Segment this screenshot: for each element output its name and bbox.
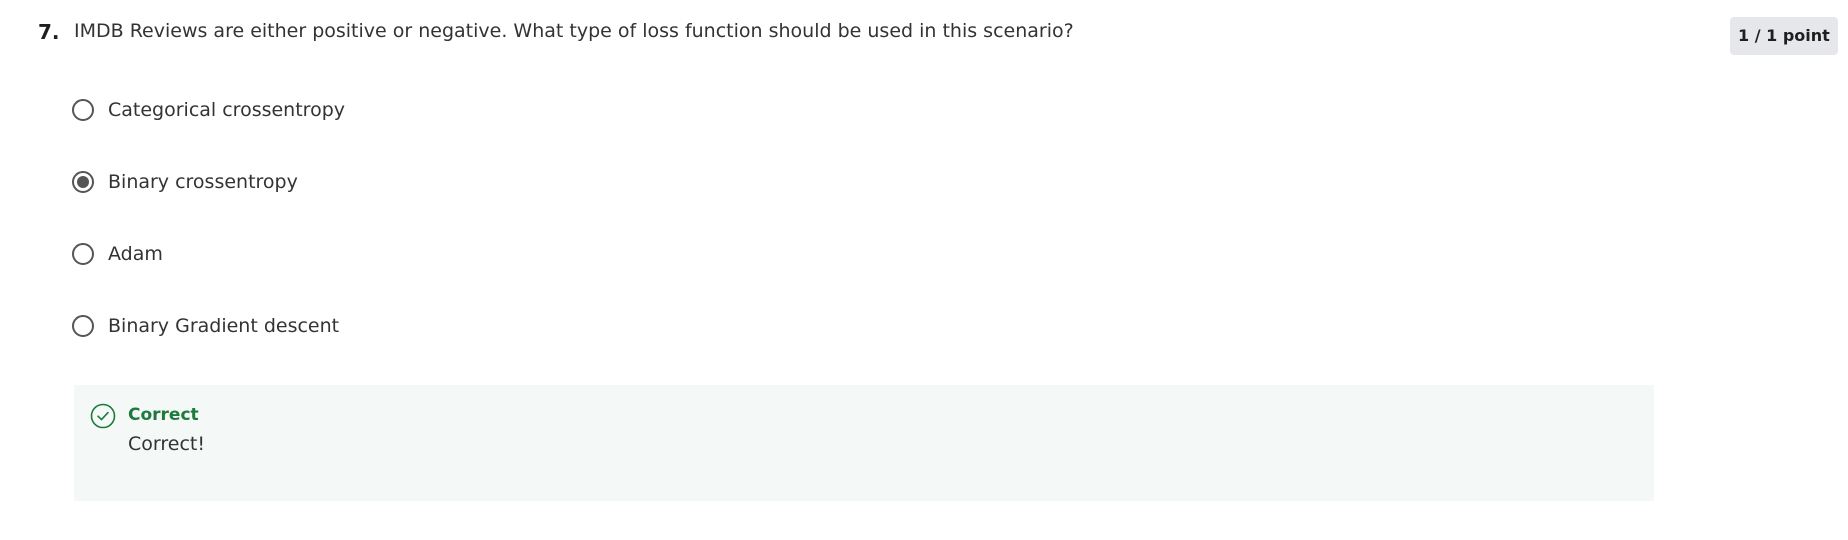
points-badge: 1 / 1 point [1730, 17, 1838, 55]
answer-options: Categorical crossentropy Binary crossent… [72, 92, 345, 380]
question-number: 7. [38, 20, 60, 44]
option-binary-gradient-descent[interactable]: Binary Gradient descent [72, 308, 345, 344]
radio-button[interactable] [72, 315, 94, 337]
option-label: Binary crossentropy [108, 171, 298, 193]
feedback-title: Correct [128, 405, 199, 425]
radio-button[interactable] [72, 99, 94, 121]
option-label: Categorical crossentropy [108, 99, 345, 121]
option-label: Adam [108, 243, 163, 265]
feedback-message: Correct! [128, 433, 205, 455]
option-binary-crossentropy[interactable]: Binary crossentropy [72, 164, 345, 200]
radio-button[interactable] [72, 243, 94, 265]
check-circle-icon [90, 403, 116, 429]
radio-button-selected[interactable] [72, 171, 94, 193]
question-text: IMDB Reviews are either positive or nega… [74, 20, 1074, 42]
option-adam[interactable]: Adam [72, 236, 345, 272]
feedback-box: Correct Correct! [74, 385, 1654, 501]
option-categorical-crossentropy[interactable]: Categorical crossentropy [72, 92, 345, 128]
option-label: Binary Gradient descent [108, 315, 340, 337]
